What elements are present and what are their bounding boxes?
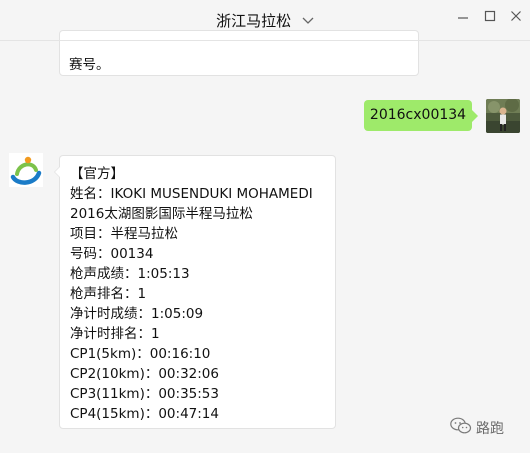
reply-line: 号码：00134 [70, 246, 154, 262]
reply-line: CP2(10km)：00:32:06 [70, 366, 219, 382]
close-icon[interactable] [510, 10, 522, 22]
reply-line: 枪声成绩：1:05:13 [70, 266, 190, 282]
official-avatar[interactable] [9, 153, 43, 187]
maximize-icon[interactable] [484, 10, 496, 22]
reply-line: CP1(5km)：00:16:10 [70, 346, 211, 362]
chat-title: 浙江马拉松 [216, 12, 292, 30]
official-logo-icon [9, 153, 43, 187]
user-message-bubble[interactable]: 2016cx00134 [364, 100, 478, 131]
watermark-text: 路跑 [476, 421, 504, 437]
reply-line: CP3(11km)：00:35:53 [70, 386, 219, 402]
official-reply-bubble[interactable]: 【官方】 姓名：IKOKI MUSENDUKI MOHAMEDI 2016太湖图… [54, 155, 336, 429]
chat-title-area[interactable]: 浙江马拉松 [0, 10, 530, 31]
reply-line: 【官方】 [70, 166, 124, 182]
user-avatar[interactable] [486, 99, 520, 133]
reply-line: 净计时成绩：1:05:09 [70, 306, 204, 322]
wechat-icon [450, 417, 472, 439]
title-divider [0, 40, 530, 41]
reply-line: 2016太湖图影国际半程马拉松 [70, 206, 253, 222]
reply-line: 姓名：IKOKI MUSENDUKI MOHAMEDI [70, 186, 313, 202]
chevron-down-icon[interactable] [302, 11, 314, 29]
minimize-icon[interactable] [457, 10, 469, 22]
user-message-text: 2016cx00134 [369, 107, 467, 123]
previous-message-bubble: 赛号。 [59, 30, 419, 76]
previous-message-tail: 赛号。 [69, 57, 110, 73]
watermark: 路跑 [450, 417, 504, 439]
reply-line: 净计时排名：1 [70, 326, 160, 342]
reply-line: CP4(15km)：00:47:14 [70, 406, 219, 422]
reply-line: 项目：半程马拉松 [70, 226, 178, 242]
reply-line: 枪声排名：1 [70, 286, 147, 302]
